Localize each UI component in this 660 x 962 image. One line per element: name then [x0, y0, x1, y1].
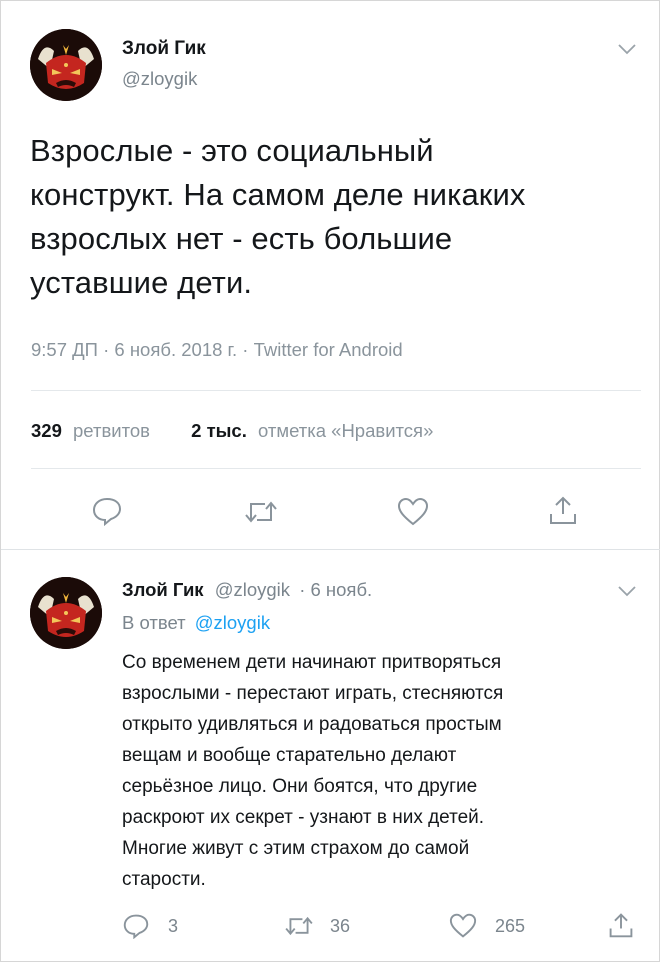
retweet-icon[interactable] — [283, 914, 315, 938]
reply-text-line: серьёзное лицо. Они боятся, что другие — [122, 776, 478, 797]
reply-like-count: 265 — [495, 916, 526, 936]
reply-to-line: В ответ @zloygik — [122, 612, 270, 634]
author-name[interactable]: Злой Гик — [122, 38, 206, 60]
reply-text-line: раскроют их секрет - узнают в них детей. — [122, 807, 485, 828]
oni-mask-icon — [30, 577, 102, 649]
likes-label[interactable]: отметка «Нравится» — [258, 420, 433, 441]
tweet-stats: 329 ретвитов 2 тыс. отметка «Нравится» — [31, 420, 433, 442]
retweets-label[interactable]: ретвитов — [73, 420, 150, 441]
retweets-count[interactable]: 329 — [31, 420, 62, 441]
tweet-meta: 9:57 ДП · 6 нояб. 2018 г. · Twitter for … — [31, 339, 403, 360]
reply-author-avatar[interactable] — [30, 577, 102, 649]
divider — [31, 390, 641, 391]
tweet-text-line: уставшие дети. — [30, 265, 253, 300]
tweet-text-line: Взрослые - это социальный — [30, 133, 434, 168]
reply-text-line: старости. — [122, 869, 206, 890]
reply-count: 3 — [168, 916, 179, 936]
reply-text-line: Многие живут с этим страхом до самой — [122, 838, 470, 859]
likes-count[interactable]: 2 тыс. — [191, 420, 247, 441]
divider — [1, 549, 660, 550]
reply-icon[interactable] — [91, 496, 123, 526]
reply-text-line: открыто удивляться и радоваться простым — [122, 714, 502, 735]
reply-author-name[interactable]: Злой Гик — [122, 579, 204, 600]
share-icon[interactable] — [608, 911, 634, 939]
retweet-icon[interactable] — [243, 498, 279, 526]
reply-retweet-count: 36 — [330, 916, 351, 936]
reply-text-line: Со временем дети начинают притворяться — [122, 652, 502, 673]
author-avatar[interactable] — [30, 29, 102, 101]
author-handle[interactable]: @zloygik — [122, 68, 197, 90]
reply-icon[interactable] — [122, 913, 150, 939]
like-icon[interactable] — [449, 913, 477, 939]
chevron-down-icon[interactable] — [617, 585, 637, 597]
tweet-text: Взрослые - это социальный конструкт. На … — [30, 129, 640, 305]
tweet-screenshot: Злой Гик @zloygik Взрослые - это социаль… — [0, 0, 660, 962]
oni-mask-icon — [30, 29, 102, 101]
reply-to-mention[interactable]: @zloygik — [195, 612, 270, 633]
like-icon[interactable] — [397, 497, 429, 527]
reply-author-handle[interactable]: @zloygik — [215, 579, 290, 600]
reply-text-line: взрослыми - перестают играть, стесняются — [122, 683, 504, 704]
share-icon[interactable] — [548, 494, 578, 526]
reply-to-prefix: В ответ — [122, 612, 186, 633]
tweet-text-line: взрослых нет - есть большие — [30, 221, 453, 256]
divider — [31, 468, 641, 469]
reply-text-line: вещам и вообще старательно делают — [122, 745, 457, 766]
reply-text: Со временем дети начинают притворяться в… — [122, 647, 642, 895]
reply-date[interactable]: · 6 нояб. — [299, 579, 372, 600]
chevron-down-icon[interactable] — [617, 43, 637, 55]
tweet-text-line: конструкт. На самом деле никаких — [30, 177, 526, 212]
reply-header: Злой Гик @zloygik · 6 нояб. — [122, 579, 372, 601]
